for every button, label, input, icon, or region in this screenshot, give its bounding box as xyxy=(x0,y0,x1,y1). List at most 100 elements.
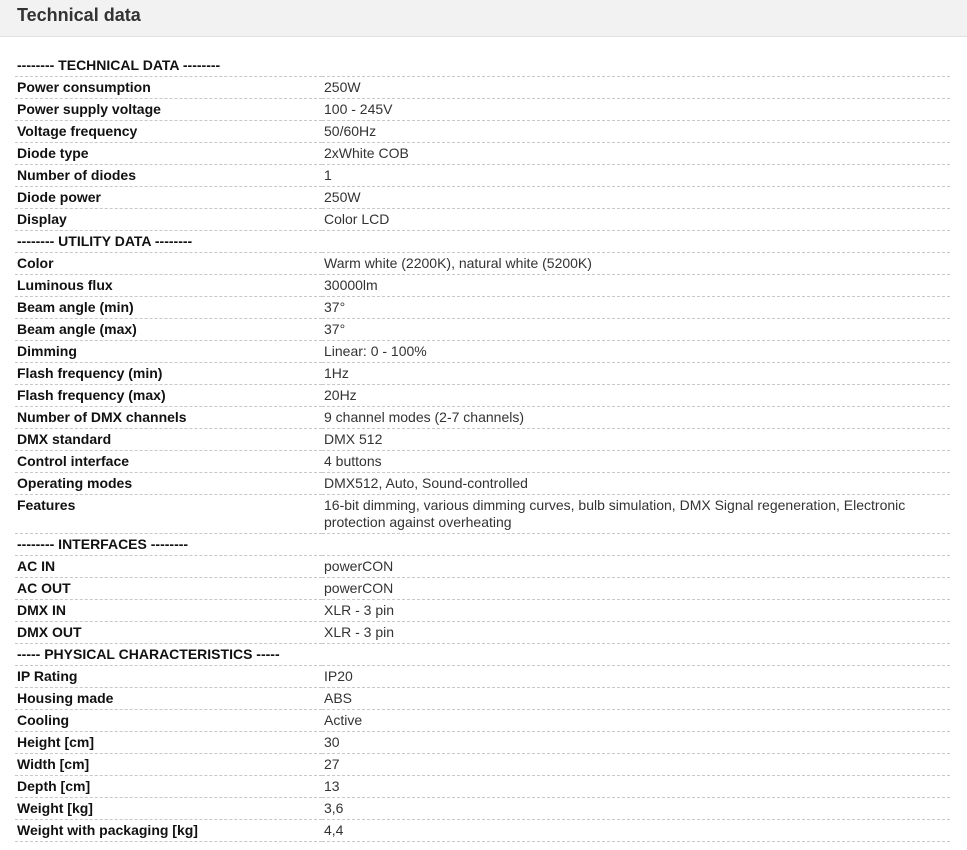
spec-row: Voltage frequency 50/60Hz xyxy=(15,121,950,143)
spec-value: IP20 xyxy=(324,668,353,684)
spec-value: Color LCD xyxy=(324,211,390,227)
spec-value: DMX 512 xyxy=(324,431,383,447)
spec-row: AC IN powerCON xyxy=(15,556,950,578)
spec-value: 9 channel modes (2-7 channels) xyxy=(324,409,525,425)
spec-row: IP Rating IP20 xyxy=(15,666,950,688)
spec-value: 37° xyxy=(324,299,346,315)
spec-value: 250W xyxy=(324,189,361,205)
spec-label: DMX standard xyxy=(17,431,112,447)
spec-row: Depth [cm] 13 xyxy=(15,776,950,798)
spec-value: 100 - 245V xyxy=(324,101,393,117)
section-row: ----- PHYSICAL CHARACTERISTICS ----- xyxy=(15,644,950,666)
spec-row: Power supply voltage 100 - 245V xyxy=(15,99,950,121)
spec-label: AC IN xyxy=(17,558,56,574)
spec-row: Display Color LCD xyxy=(15,209,950,231)
spec-label: Power supply voltage xyxy=(17,101,161,117)
spec-row: AC OUT powerCON xyxy=(15,578,950,600)
spec-value: 30 xyxy=(324,734,340,750)
spec-row: Height [cm] 30 xyxy=(15,732,950,754)
spec-row: Beam angle (max) 37° xyxy=(15,319,950,341)
section-spacer xyxy=(322,55,950,77)
spec-value: ABS xyxy=(324,690,353,706)
spec-row: Diode power 250W xyxy=(15,187,950,209)
section-row: -------- INTERFACES -------- xyxy=(15,534,950,556)
spec-label: Luminous flux xyxy=(17,277,113,293)
spec-value: 1 xyxy=(324,167,332,183)
spec-value: 250W xyxy=(324,79,361,95)
spec-row: Weight with packaging [kg] 4,4 xyxy=(15,820,950,842)
spec-label: IP Rating xyxy=(17,668,78,684)
spec-value: 4,4 xyxy=(324,822,344,838)
spec-label: Features xyxy=(17,497,76,513)
spec-label: Flash frequency (min) xyxy=(17,365,163,381)
spec-label: Control interface xyxy=(17,453,130,469)
spec-value: Warm white (2200K), natural white (5200K… xyxy=(324,255,592,271)
spec-row: DMX standard DMX 512 xyxy=(15,429,950,451)
spec-value: 1Hz xyxy=(324,365,349,381)
spec-row: Flash frequency (min) 1Hz xyxy=(15,363,950,385)
spec-value: 20Hz xyxy=(324,387,357,403)
spec-value: 50/60Hz xyxy=(324,123,377,139)
spec-value: 3,6 xyxy=(324,800,344,816)
spec-row: Weight [kg] 3,6 xyxy=(15,798,950,820)
spec-value: 2xWhite COB xyxy=(324,145,409,161)
spec-label: Beam angle (max) xyxy=(17,321,137,337)
spec-value: 4 buttons xyxy=(324,453,382,469)
section-heading: -------- TECHNICAL DATA -------- xyxy=(17,57,221,73)
spec-value: 37° xyxy=(324,321,346,337)
spec-row: Number of diodes 1 xyxy=(15,165,950,187)
spec-label: Display xyxy=(17,211,67,227)
spec-label: DMX OUT xyxy=(17,624,82,640)
section-row: -------- UTILITY DATA -------- xyxy=(15,231,950,253)
spec-label: Number of DMX channels xyxy=(17,409,187,425)
section-heading: -------- INTERFACES -------- xyxy=(17,536,189,552)
spec-value: Active xyxy=(324,712,363,728)
spec-row: DMX IN XLR - 3 pin xyxy=(15,600,950,622)
spec-value: Linear: 0 - 100% xyxy=(324,343,427,359)
spec-label: Flash frequency (max) xyxy=(17,387,166,403)
spec-row: Beam angle (min) 37° xyxy=(15,297,950,319)
spec-value: powerCON xyxy=(324,558,394,574)
section-title: Technical data xyxy=(17,4,141,25)
spec-row: Features 16-bit dimming, various dimming … xyxy=(15,495,950,534)
spec-label: Depth [cm] xyxy=(17,778,91,794)
spec-label: AC OUT xyxy=(17,580,71,596)
spec-row: Color Warm white (2200K), natural white (… xyxy=(15,253,950,275)
spec-value: powerCON xyxy=(324,580,394,596)
spec-row: Flash frequency (max) 20Hz xyxy=(15,385,950,407)
spec-label: Beam angle (min) xyxy=(17,299,134,315)
spec-value: 13 xyxy=(324,778,340,794)
spec-value: 30000lm xyxy=(324,277,378,293)
spec-row: Width [cm] 27 xyxy=(15,754,950,776)
spec-label: Operating modes xyxy=(17,475,133,491)
spec-label: Weight with packaging [kg] xyxy=(17,822,198,838)
spec-value: 27 xyxy=(324,756,340,772)
spec-row: Control interface 4 buttons xyxy=(15,451,950,473)
spec-label: Number of diodes xyxy=(17,167,137,183)
spec-label: DMX IN xyxy=(17,602,66,618)
spec-label: Color xyxy=(17,255,54,271)
technical-data-table-body: -------- TECHNICAL DATA -------- Power co… xyxy=(15,55,950,842)
spec-label: Diode type xyxy=(17,145,89,161)
spec-value: 16-bit dimming, various dimming curves, … xyxy=(324,497,906,530)
section-header: Technical data xyxy=(0,0,967,37)
section-spacer xyxy=(322,534,950,556)
spec-label: Height [cm] xyxy=(17,734,94,750)
spec-row: Luminous flux 30000lm xyxy=(15,275,950,297)
spec-label: Diode power xyxy=(17,189,102,205)
spec-row: Dimming Linear: 0 - 100% xyxy=(15,341,950,363)
spec-label: Voltage frequency xyxy=(17,123,138,139)
section-heading: -------- UTILITY DATA -------- xyxy=(17,233,193,249)
spec-row: Number of DMX channels 9 channel modes (2… xyxy=(15,407,950,429)
section-spacer xyxy=(322,644,950,666)
spec-row: Operating modes DMX512, Auto, Sound-contr… xyxy=(15,473,950,495)
spec-value: DMX512, Auto, Sound-controlled xyxy=(324,475,528,491)
section-heading: ----- PHYSICAL CHARACTERISTICS ----- xyxy=(17,646,280,662)
section-row: -------- TECHNICAL DATA -------- xyxy=(15,55,950,77)
spec-row: Power consumption 250W xyxy=(15,77,950,99)
technical-data-table: -------- TECHNICAL DATA -------- Power co… xyxy=(15,55,950,842)
spec-label: Dimming xyxy=(17,343,77,359)
spec-label: Housing made xyxy=(17,690,114,706)
spec-label: Weight [kg] xyxy=(17,800,93,816)
spec-row: Diode type 2xWhite COB xyxy=(15,143,950,165)
